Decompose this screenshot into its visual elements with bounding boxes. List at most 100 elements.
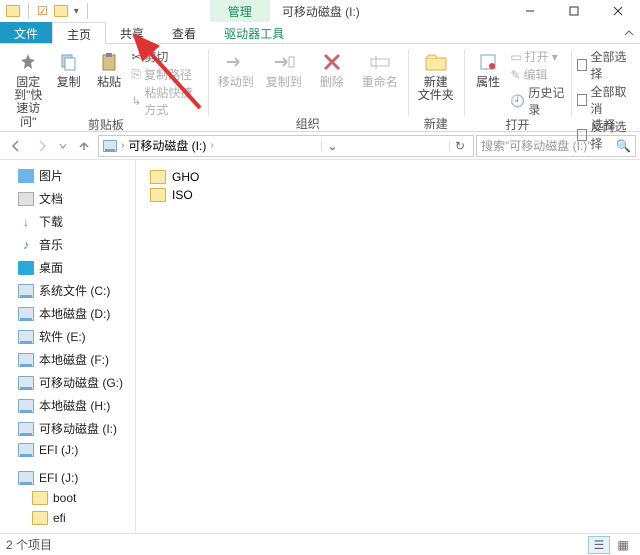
drive-icon xyxy=(18,353,34,367)
status-bar: 2 个项目 ☰ ▦ xyxy=(0,533,640,555)
tree-item[interactable]: 本地磁盘 (H:) xyxy=(0,394,135,417)
back-button[interactable] xyxy=(4,134,28,158)
drive-icon xyxy=(18,376,34,390)
ribbon-group-clipboard: 固定到"快 速访问" 复制 粘贴 ✂剪切 ⎘复制路径 ↳粘贴快捷方式 剪贴板 xyxy=(4,48,208,131)
tree-item[interactable]: 可移动磁盘 (I:) xyxy=(0,417,135,440)
address-bar[interactable]: › 可移动磁盘 (I:) › ⌄ ↻ xyxy=(98,135,474,157)
qat-check-icon[interactable]: ☑ xyxy=(37,4,48,18)
tab-file[interactable]: 文件 xyxy=(0,22,52,43)
navigation-tree[interactable]: 图片文档↓下载♪音乐桌面系统文件 (C:)本地磁盘 (D:)软件 (E:)本地磁… xyxy=(0,160,136,533)
copy-to-button[interactable]: 复制到 xyxy=(262,48,306,89)
select-none-button[interactable]: 全部取消 xyxy=(577,83,630,117)
tree-item[interactable]: 图片 xyxy=(0,164,135,187)
forward-button[interactable] xyxy=(30,134,54,158)
view-icons-button[interactable]: ▦ xyxy=(612,536,634,554)
properties-icon xyxy=(476,50,500,74)
ribbon-group-open: 属性 ▭打开 ▾ ✎编辑 🕘历史记录 打开 xyxy=(464,48,571,131)
tree-item[interactable]: efi xyxy=(0,508,135,528)
tab-view[interactable]: 查看 xyxy=(158,22,210,43)
drive-icon xyxy=(103,140,117,152)
folder-icon xyxy=(32,491,48,505)
folder-icon xyxy=(150,188,166,202)
divider xyxy=(87,3,88,19)
drive-icon xyxy=(18,307,34,321)
tree-item[interactable]: 软件 (E:) xyxy=(0,325,135,348)
music-icon: ♪ xyxy=(18,238,34,252)
shortcut-icon: ↳ xyxy=(131,94,141,108)
group-label-new: 新建 xyxy=(424,115,448,131)
tree-group-efi[interactable]: EFI (J:) xyxy=(0,468,135,488)
group-label-organize: 组织 xyxy=(296,115,320,131)
invert-icon xyxy=(577,129,587,141)
desk-icon xyxy=(18,261,34,275)
folder-item[interactable]: ISO xyxy=(146,186,630,204)
tree-item[interactable]: 文档 xyxy=(0,187,135,210)
paste-button[interactable]: 粘贴 xyxy=(91,48,127,89)
tab-drive-tools[interactable]: 驱动器工具 xyxy=(210,22,298,43)
properties-button[interactable]: 属性 xyxy=(470,48,507,89)
group-label-clipboard: 剪贴板 xyxy=(88,116,124,132)
search-placeholder: 搜索"可移动磁盘 (I:)" xyxy=(481,137,592,154)
new-folder-icon xyxy=(424,50,448,74)
select-none-icon xyxy=(577,94,587,106)
pic-icon xyxy=(18,169,34,183)
tree-item[interactable]: 本地磁盘 (F:) xyxy=(0,348,135,371)
rename-button[interactable]: 重命名 xyxy=(358,48,402,89)
breadcrumb-location[interactable]: 可移动磁盘 (I:) xyxy=(128,137,206,154)
delete-button[interactable]: 删除 xyxy=(310,48,354,89)
open-button[interactable]: ▭打开 ▾ xyxy=(510,48,565,65)
new-folder-button[interactable]: 新建 文件夹 xyxy=(414,48,458,102)
delete-icon xyxy=(320,50,344,74)
minimize-button[interactable] xyxy=(508,0,552,22)
move-to-button[interactable]: 移动到 xyxy=(214,48,258,89)
rename-icon xyxy=(368,50,392,74)
folder-item[interactable]: GHO xyxy=(146,168,630,186)
recent-button[interactable] xyxy=(56,134,70,158)
up-button[interactable] xyxy=(72,134,96,158)
path-icon: ⎘ xyxy=(131,67,141,82)
app-icon xyxy=(6,5,20,17)
tree-item[interactable]: ↓下载 xyxy=(0,210,135,233)
tree-item[interactable]: boot xyxy=(0,488,135,508)
cut-button[interactable]: ✂剪切 xyxy=(131,48,201,65)
tab-home[interactable]: 主页 xyxy=(52,22,106,44)
tree-item[interactable]: 桌面 xyxy=(0,256,135,279)
tree-item[interactable]: 可移动磁盘 (G:) xyxy=(0,371,135,394)
tree-item[interactable]: 系统文件 (C:) xyxy=(0,279,135,302)
edit-button[interactable]: ✎编辑 xyxy=(510,66,565,83)
drive-icon xyxy=(18,471,34,485)
drive-icon xyxy=(18,330,34,344)
copy-path-button[interactable]: ⎘复制路径 xyxy=(131,66,201,83)
copy-icon xyxy=(57,50,81,74)
pin-to-quick-access-button[interactable]: 固定到"快 速访问" xyxy=(10,48,46,129)
folder-icon xyxy=(32,511,48,525)
tab-share[interactable]: 共享 xyxy=(106,22,158,43)
paste-shortcut-button[interactable]: ↳粘贴快捷方式 xyxy=(131,84,201,118)
select-all-button[interactable]: 全部选择 xyxy=(577,48,630,82)
close-button[interactable] xyxy=(596,0,640,22)
maximize-button[interactable] xyxy=(552,0,596,22)
view-details-button[interactable]: ☰ xyxy=(588,536,610,554)
ribbon: 固定到"快 速访问" 复制 粘贴 ✂剪切 ⎘复制路径 ↳粘贴快捷方式 剪贴板 移… xyxy=(0,44,640,132)
contextual-tab-label: 管理 xyxy=(210,0,270,22)
group-label-open: 打开 xyxy=(506,116,530,132)
pin-icon xyxy=(16,50,40,74)
qat-overflow[interactable]: ▾ xyxy=(74,6,79,17)
copy-button[interactable]: 复制 xyxy=(50,48,86,89)
dl-icon: ↓ xyxy=(18,215,34,229)
chevron-right-icon[interactable]: › xyxy=(210,140,213,151)
qat-folder-icon[interactable] xyxy=(54,5,68,17)
tree-item[interactable]: EFI (J:) xyxy=(0,440,135,460)
addr-dropdown-icon[interactable]: ⌄ xyxy=(323,139,341,153)
ribbon-collapse-button[interactable] xyxy=(618,22,640,43)
file-list[interactable]: GHO ISO xyxy=(136,160,640,533)
refresh-button[interactable]: ↻ xyxy=(451,139,469,153)
group-label-select: 选择 xyxy=(592,116,616,132)
ribbon-group-select: 全部选择 全部取消 反向选择 选择 xyxy=(571,48,636,131)
history-button[interactable]: 🕘历史记录 xyxy=(510,84,565,118)
main-area: 图片文档↓下载♪音乐桌面系统文件 (C:)本地磁盘 (D:)软件 (E:)本地磁… xyxy=(0,160,640,533)
tree-item[interactable]: ♪音乐 xyxy=(0,233,135,256)
tree-item[interactable]: 本地磁盘 (D:) xyxy=(0,302,135,325)
window-controls xyxy=(508,0,640,22)
chevron-right-icon[interactable]: › xyxy=(121,140,124,151)
